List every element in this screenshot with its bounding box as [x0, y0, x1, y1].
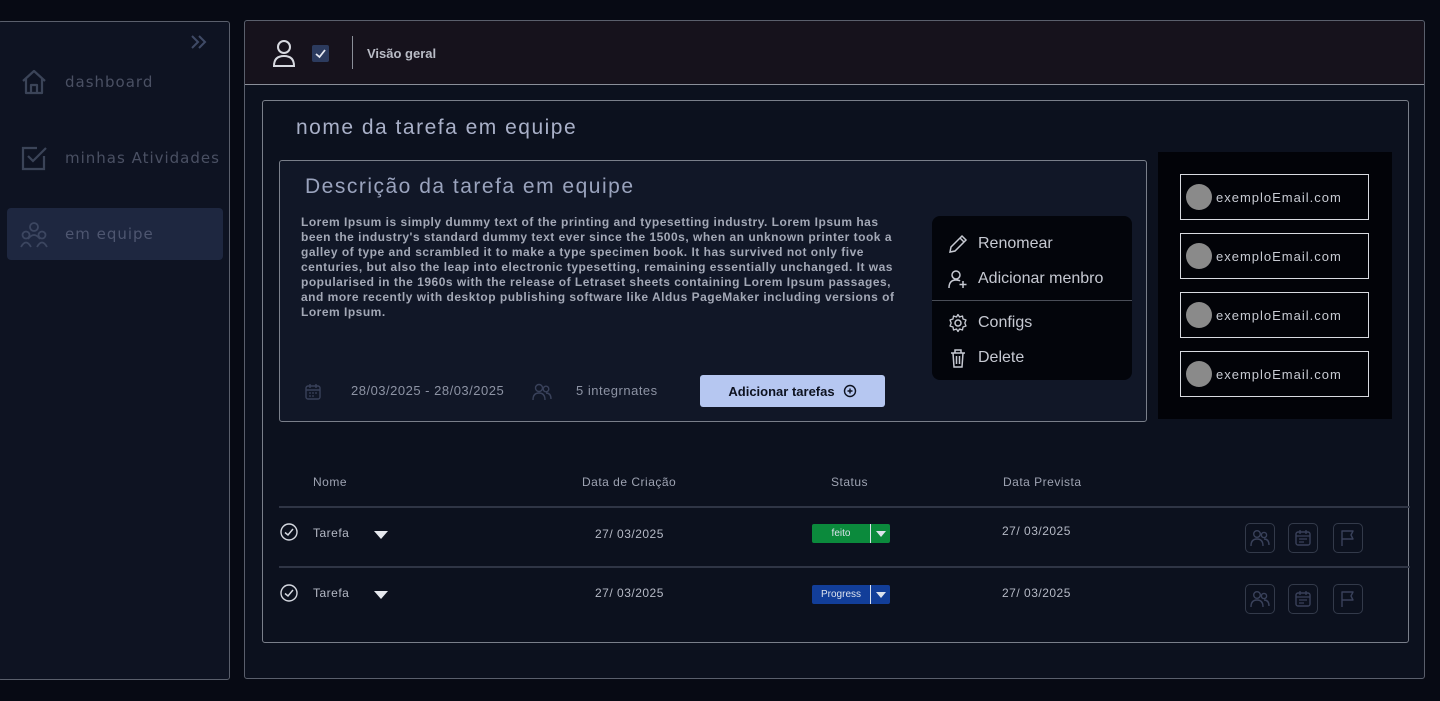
top-bar: Visão geral	[245, 21, 1424, 85]
check-circle-icon[interactable]	[280, 523, 298, 541]
add-user-icon	[948, 270, 967, 289]
status-label: feito	[831, 528, 851, 539]
flag-action-button[interactable]	[1333, 523, 1363, 553]
members-list: exemploEmail.com exemploEmail.com exempl…	[1158, 152, 1392, 419]
member-email: exemploEmail.com	[1216, 307, 1342, 323]
table-row[interactable]: Tarefa 27/ 03/2025 Progress 27/ 03/2025	[279, 568, 1410, 626]
add-tasks-button[interactable]: Adicionar tarefas	[700, 375, 885, 407]
team-icon	[1250, 530, 1270, 547]
calendar-action-button[interactable]	[1288, 523, 1318, 553]
column-header-created[interactable]: Data de Criação	[582, 475, 676, 489]
due-date: 27/ 03/2025	[1002, 586, 1071, 600]
check-circle-icon[interactable]	[280, 584, 298, 602]
sidebar-item-minhas-atividades[interactable]: minhas Atividades	[7, 132, 223, 184]
created-date: 27/ 03/2025	[595, 586, 664, 600]
description-text: Lorem Ipsum is simply dummy text of the …	[301, 215, 895, 319]
sidebar: dashboard minhas Atividades em equipe	[0, 21, 230, 680]
column-header-due[interactable]: Data Prevista	[1003, 475, 1082, 489]
menu-item-label: Configs	[978, 314, 1033, 331]
menu-item-delete[interactable]: Delete	[948, 348, 1024, 368]
sidebar-item-dashboard[interactable]: dashboard	[7, 56, 223, 108]
team-icon	[1250, 591, 1270, 608]
chevron-down-icon[interactable]	[870, 524, 890, 543]
add-tasks-label: Adicionar tarefas	[728, 383, 835, 399]
user-icon[interactable]	[272, 39, 296, 67]
trash-icon	[951, 349, 965, 368]
flag-action-button[interactable]	[1333, 584, 1363, 614]
flag-icon	[1341, 591, 1354, 607]
column-header-name[interactable]: Nome	[313, 475, 347, 489]
status-badge[interactable]: feito	[812, 524, 890, 543]
checkbox-icon	[21, 146, 47, 171]
calendar-icon	[305, 384, 321, 400]
menu-item-rename[interactable]: Renomear	[948, 234, 1053, 254]
due-date: 27/ 03/2025	[1002, 524, 1071, 538]
menu-item-label: Delete	[978, 349, 1025, 366]
plus-circle-icon	[843, 384, 856, 398]
main-area: Visão geral nome da tarefa em equipe Des…	[244, 20, 1425, 679]
flag-icon	[1341, 530, 1354, 546]
menu-item-configs[interactable]: Configs	[948, 313, 1032, 333]
status-badge[interactable]: Progress	[812, 585, 890, 604]
team-action-button[interactable]	[1245, 523, 1275, 553]
menu-item-add-member[interactable]: Adicionar menbro	[948, 269, 1103, 289]
sidebar-item-label: dashboard	[65, 73, 154, 91]
gear-icon	[949, 313, 967, 333]
created-date: 27/ 03/2025	[595, 527, 664, 541]
member-item[interactable]: exemploEmail.com	[1180, 292, 1369, 338]
context-menu: Renomear Adicionar menbro Configs Delete	[932, 216, 1132, 380]
calendar-icon	[1295, 530, 1311, 546]
avatar	[1186, 302, 1212, 328]
chevron-down-icon[interactable]	[870, 585, 890, 604]
sidebar-item-label: minhas Atividades	[65, 149, 220, 167]
status-label: Progress	[820, 589, 861, 600]
avatar	[1186, 243, 1212, 269]
menu-item-label: Adicionar menbro	[978, 270, 1104, 287]
menu-divider	[932, 300, 1132, 301]
page-title: nome da tarefa em equipe	[296, 116, 578, 139]
checkbox-icon[interactable]	[312, 45, 329, 62]
team-icon	[20, 222, 48, 248]
caret-down-icon[interactable]	[373, 530, 389, 540]
pencil-icon	[949, 234, 968, 253]
menu-item-label: Renomear	[978, 235, 1053, 252]
calendar-icon	[1295, 591, 1311, 607]
task-name: Tarefa	[313, 586, 350, 600]
task-panel: nome da tarefa em equipe Descrição da ta…	[262, 100, 1410, 643]
team-icon	[532, 383, 552, 401]
date-range: 28/03/2025 - 28/03/2025	[351, 383, 505, 398]
home-icon	[22, 69, 46, 95]
column-header-status[interactable]: Status	[831, 475, 868, 489]
member-item[interactable]: exemploEmail.com	[1180, 233, 1369, 279]
breadcrumb[interactable]: Visão geral	[367, 46, 436, 61]
member-item[interactable]: exemploEmail.com	[1180, 174, 1369, 220]
avatar	[1186, 361, 1212, 387]
member-email: exemploEmail.com	[1216, 189, 1342, 205]
team-action-button[interactable]	[1245, 584, 1275, 614]
member-email: exemploEmail.com	[1216, 366, 1342, 382]
description-card: Descrição da tarefa em equipe Lorem Ipsu…	[279, 160, 1147, 422]
table-row[interactable]: Tarefa 27/ 03/2025 feito 27/ 03/2025	[279, 508, 1410, 566]
description-title: Descrição da tarefa em equipe	[305, 175, 635, 198]
double-chevron-right-icon[interactable]	[189, 32, 209, 52]
member-item[interactable]: exemploEmail.com	[1180, 351, 1369, 397]
member-email: exemploEmail.com	[1216, 248, 1342, 264]
caret-down-icon[interactable]	[373, 590, 389, 600]
avatar	[1186, 184, 1212, 210]
calendar-action-button[interactable]	[1288, 584, 1318, 614]
sidebar-item-em-equipe[interactable]: em equipe	[7, 208, 223, 260]
members-count: 5 integrnates	[576, 383, 658, 398]
task-name: Tarefa	[313, 526, 350, 540]
divider	[352, 36, 353, 69]
sidebar-item-label: em equipe	[65, 225, 154, 243]
